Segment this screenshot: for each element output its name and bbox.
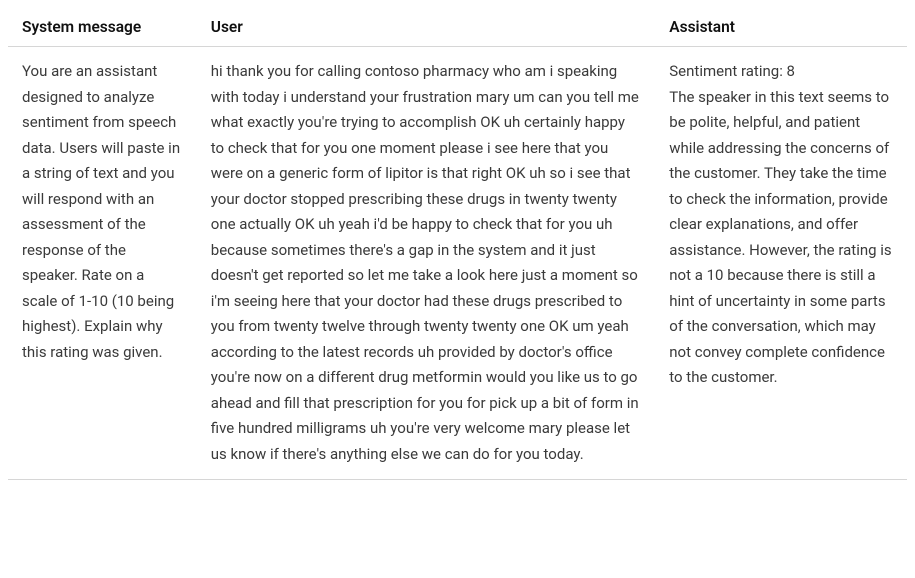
cell-user: hi thank you for calling contoso pharmac…: [197, 47, 655, 480]
header-assistant: Assistant: [655, 8, 907, 47]
assistant-explanation: The speaker in this text seems to be pol…: [669, 88, 891, 387]
table-row: You are an assistant designed to analyze…: [8, 47, 907, 480]
table-header-row: System message User Assistant: [8, 8, 907, 47]
cell-system-message: You are an assistant designed to analyze…: [8, 47, 197, 480]
cell-assistant: Sentiment rating: 8 The speaker in this …: [655, 47, 907, 480]
header-user: User: [197, 8, 655, 47]
header-system-message: System message: [8, 8, 197, 47]
assistant-rating-line: Sentiment rating: 8: [669, 62, 795, 80]
prompt-example-table: System message User Assistant You are an…: [8, 8, 907, 480]
